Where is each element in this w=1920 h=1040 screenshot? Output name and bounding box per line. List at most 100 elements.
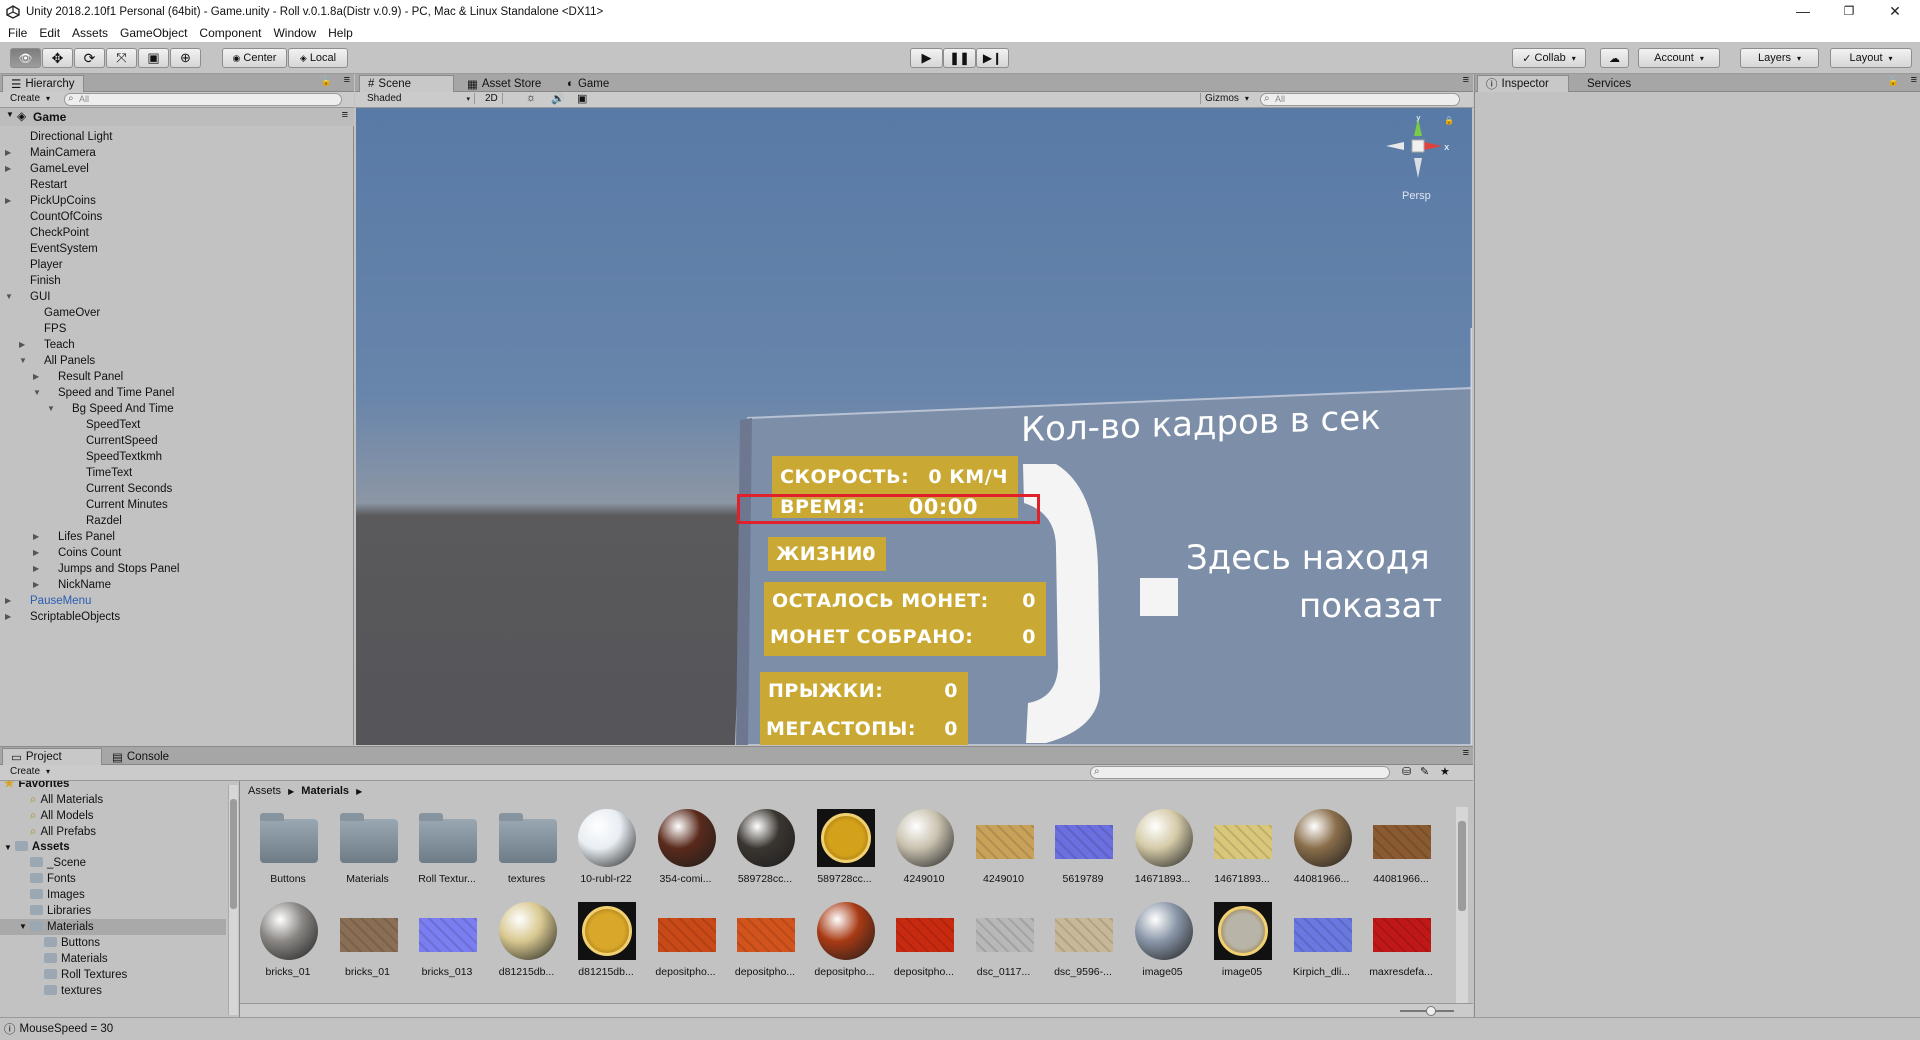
project-create-button[interactable]: Create: [10, 766, 50, 777]
expand-arrow-icon[interactable]: ▶: [5, 145, 11, 161]
move-tool-button[interactable]: ✥: [42, 48, 73, 68]
hierarchy-item[interactable]: ▶ Lifes Panel: [0, 529, 354, 545]
expand-arrow-icon[interactable]: ▶: [33, 529, 39, 545]
asset-tile[interactable]: depositpho...: [646, 896, 720, 986]
hierarchy-item[interactable]: Directional Light: [0, 129, 354, 145]
menu-edit[interactable]: Edit: [35, 26, 68, 40]
pivot-center-button[interactable]: ◉ Center: [222, 48, 287, 68]
hierarchy-item[interactable]: GameOver: [0, 305, 354, 321]
favorite-star-icon[interactable]: ★: [1440, 765, 1450, 778]
effects-icon[interactable]: ▣: [577, 92, 587, 105]
asset-tile[interactable]: depositpho...: [805, 896, 879, 986]
tab-console[interactable]: ▤ Console: [104, 748, 177, 765]
hierarchy-item[interactable]: Restart: [0, 177, 354, 193]
asset-tree-item[interactable]: _Scene: [0, 855, 226, 871]
asset-tile[interactable]: 5619789: [1043, 803, 1117, 893]
expand-arrow-icon[interactable]: ▶: [33, 545, 39, 561]
asset-tile[interactable]: bricks_01: [248, 896, 322, 986]
grid-scrollbar[interactable]: [1456, 807, 1468, 1003]
asset-tree-item[interactable]: Images: [0, 887, 226, 903]
lock-icon[interactable]: 🔒: [321, 76, 332, 87]
favorite-item[interactable]: ⌕ All Materials: [30, 792, 103, 808]
scale-tool-button[interactable]: ⤧: [106, 48, 137, 68]
hierarchy-item[interactable]: ▼ Bg Speed And Time: [0, 401, 354, 417]
scene-menu-icon[interactable]: ≡: [342, 109, 348, 121]
hierarchy-item[interactable]: ▶ PauseMenu: [0, 593, 354, 609]
asset-tree-item[interactable]: Libraries: [0, 903, 226, 919]
menu-gameobject[interactable]: GameObject: [116, 26, 195, 40]
asset-tile[interactable]: 14671893...: [1202, 803, 1276, 893]
asset-tile[interactable]: 44081966...: [1282, 803, 1356, 893]
collab-dropdown[interactable]: ✓ Collab: [1512, 48, 1586, 68]
menu-file[interactable]: File: [4, 26, 35, 40]
asset-tile[interactable]: dsc_0117...: [964, 896, 1038, 986]
hierarchy-item[interactable]: ▶ Coins Count: [0, 545, 354, 561]
asset-tile[interactable]: depositpho...: [725, 896, 799, 986]
collapse-arrow-icon[interactable]: ▼: [5, 289, 13, 305]
tab-asset-store[interactable]: ▦ Asset Store: [459, 75, 549, 92]
breadcrumb-assets[interactable]: Assets: [248, 785, 281, 797]
hierarchy-item[interactable]: CountOfCoins: [0, 209, 354, 225]
menu-window[interactable]: Window: [269, 26, 324, 40]
asset-tile[interactable]: bricks_013: [407, 896, 481, 986]
tree-scroll-thumb[interactable]: [230, 799, 237, 909]
minimize-button[interactable]: —: [1780, 0, 1826, 22]
asset-tile[interactable]: 4249010: [884, 803, 958, 893]
asset-tile[interactable]: Materials: [328, 803, 402, 893]
hierarchy-create-button[interactable]: Create: [10, 93, 50, 104]
menu-assets[interactable]: Assets: [68, 26, 116, 40]
scene-view[interactable]: Кол-во кадров в сек Здесь находя показат…: [356, 108, 1472, 745]
tab-scene[interactable]: # Scene: [359, 75, 454, 92]
inspector-lock-icon[interactable]: 🔒: [1888, 76, 1899, 87]
gizmos-dropdown[interactable]: Gizmos: [1200, 93, 1249, 104]
expand-arrow-icon[interactable]: ▶: [5, 193, 11, 209]
asset-tile[interactable]: textures: [487, 803, 561, 893]
hierarchy-item[interactable]: ▼ All Panels: [0, 353, 354, 369]
asset-tile[interactable]: Buttons: [248, 803, 322, 893]
asset-tree-item[interactable]: ▼ Materials: [0, 919, 226, 935]
hierarchy-item[interactable]: ▶ PickUpCoins: [0, 193, 354, 209]
expand-arrow-icon[interactable]: ▶: [5, 593, 11, 609]
asset-tree-item[interactable]: Fonts: [0, 871, 226, 887]
asset-tile[interactable]: 4249010: [964, 803, 1038, 893]
asset-tile[interactable]: d81215db...: [566, 896, 640, 986]
hierarchy-item[interactable]: EventSystem: [0, 241, 354, 257]
rect-tool-button[interactable]: ▣: [138, 48, 169, 68]
project-search-input[interactable]: [1090, 766, 1390, 779]
asset-tree-item[interactable]: textures: [0, 983, 226, 999]
asset-tile[interactable]: Roll Textur...: [407, 803, 481, 893]
collapse-arrow-icon[interactable]: ▼: [19, 353, 27, 369]
audio-icon[interactable]: 🔊: [551, 92, 565, 105]
menu-help[interactable]: Help: [324, 26, 361, 40]
hierarchy-item[interactable]: CheckPoint: [0, 225, 354, 241]
hierarchy-item[interactable]: ▶ MainCamera: [0, 145, 354, 161]
layout-dropdown[interactable]: Layout: [1830, 48, 1912, 68]
lighting-icon[interactable]: ☼: [526, 92, 536, 104]
gizmo-lock-icon[interactable]: 🔒: [1444, 116, 1454, 125]
hierarchy-item[interactable]: ▶ ScriptableObjects: [0, 609, 354, 625]
step-button[interactable]: ▶❙: [976, 48, 1009, 68]
collapse-arrow-icon[interactable]: ▼: [33, 385, 41, 401]
expand-arrow-icon[interactable]: ▶: [33, 577, 39, 593]
asset-tile[interactable]: d81215db...: [487, 896, 561, 986]
assets-header[interactable]: ▼ Assets: [4, 839, 70, 855]
hierarchy-item[interactable]: ▶ Jumps and Stops Panel: [0, 561, 354, 577]
project-menu-icon[interactable]: ≡: [1463, 747, 1469, 759]
asset-tile[interactable]: 589728cc...: [725, 803, 799, 893]
asset-tile[interactable]: image05: [1123, 896, 1197, 986]
hierarchy-item[interactable]: FPS: [0, 321, 354, 337]
tab-project[interactable]: ▭ Project: [2, 748, 102, 765]
shading-dropdown[interactable]: Shaded ▾: [367, 93, 475, 104]
favorite-item[interactable]: ⌕ All Prefabs: [30, 824, 96, 840]
grid-scroll-thumb[interactable]: [1458, 821, 1466, 911]
breadcrumb-materials[interactable]: Materials: [301, 785, 349, 797]
inspector-menu-icon[interactable]: ≡: [1911, 74, 1917, 86]
hierarchy-item[interactable]: Player: [0, 257, 354, 273]
asset-tile[interactable]: 354-comi...: [646, 803, 720, 893]
hierarchy-item[interactable]: Finish: [0, 273, 354, 289]
pause-button[interactable]: ❚❚: [943, 48, 976, 68]
favorites-header[interactable]: ★ Favorites: [4, 781, 69, 792]
view-tool-button[interactable]: 👁: [10, 48, 41, 68]
close-button[interactable]: ✕: [1872, 0, 1918, 22]
maximize-button[interactable]: ❐: [1826, 0, 1872, 22]
